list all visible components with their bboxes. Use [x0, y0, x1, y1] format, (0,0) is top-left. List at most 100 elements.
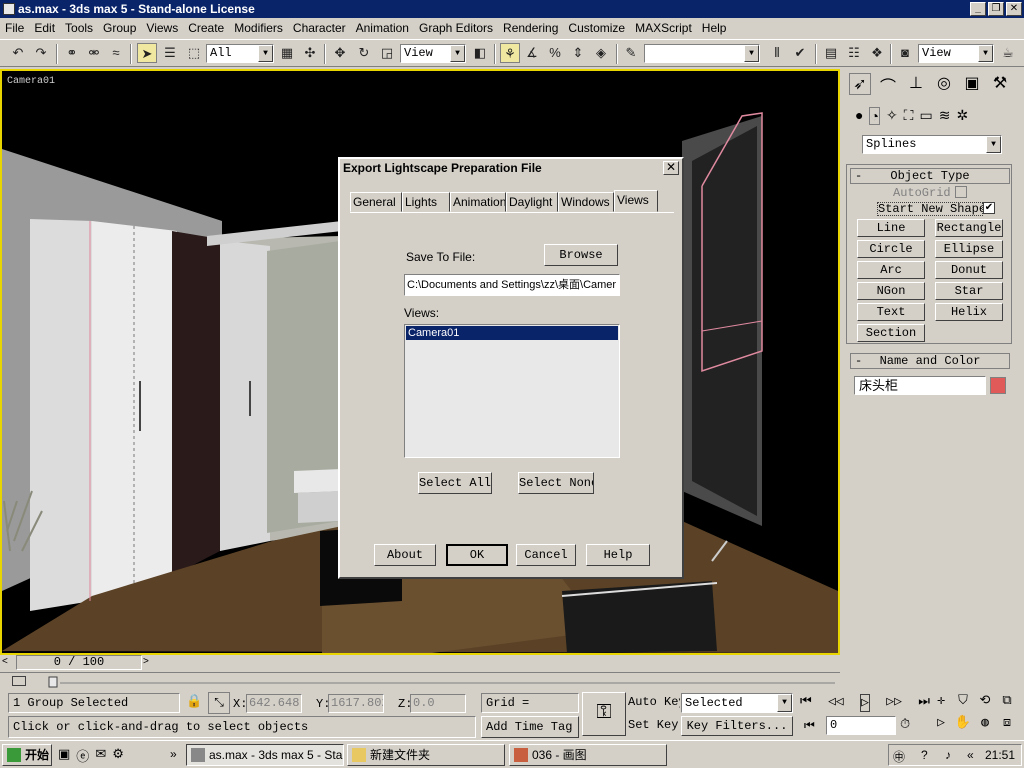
ime-icon[interactable]: ㊥: [893, 748, 905, 765]
quick-launch-more-icon[interactable]: »: [170, 747, 177, 761]
category-dropdown[interactable]: Splines ▼: [862, 135, 1002, 154]
modify-tab-icon[interactable]: ⌒: [877, 73, 899, 97]
percent-snap-icon[interactable]: %: [545, 43, 565, 63]
task-3dsmax[interactable]: as.max - 3ds max 5 - Sta...: [186, 744, 344, 766]
line-button[interactable]: Line: [857, 219, 925, 237]
display-tab-icon[interactable]: ▣: [961, 73, 983, 97]
help-tray-icon[interactable]: ?: [921, 748, 928, 762]
auto-key-button[interactable]: Auto Key: [628, 693, 680, 713]
text-button[interactable]: Text: [857, 303, 925, 321]
current-frame-field[interactable]: 0: [826, 716, 896, 735]
quick-launch-ie-icon[interactable]: ⓔ: [76, 746, 89, 765]
start-button[interactable]: 开始: [2, 744, 52, 766]
key-mode-dropdown[interactable]: Selected ▼: [681, 693, 793, 713]
schematic-view-icon[interactable]: ☷: [844, 43, 864, 63]
select-none-button[interactable]: Select None: [518, 472, 594, 494]
set-key-button[interactable]: Set Key: [628, 716, 680, 736]
unlink-icon[interactable]: ⚮: [84, 43, 104, 63]
snap-toggle-icon[interactable]: ⚘: [500, 43, 520, 63]
align-icon[interactable]: ✔: [790, 43, 810, 63]
select-by-name-icon[interactable]: ☰: [160, 43, 180, 63]
render-scene-icon[interactable]: ◙: [895, 43, 915, 63]
about-button[interactable]: About: [374, 544, 436, 566]
utilities-tab-icon[interactable]: ⚒: [989, 73, 1011, 97]
pivot-center-icon[interactable]: ◧: [470, 43, 490, 63]
select-all-button[interactable]: Select All: [418, 472, 492, 494]
minimize-button[interactable]: _: [970, 2, 986, 16]
named-selection-icon[interactable]: ◈: [591, 43, 611, 63]
name-and-color-rollout[interactable]: - Name and Color: [850, 353, 1010, 369]
menu-views[interactable]: Views: [141, 21, 183, 35]
reference-coordinate-dropdown[interactable]: View ▼: [400, 44, 466, 63]
min-max-toggle-icon[interactable]: ⧈: [996, 715, 1018, 737]
arc-button[interactable]: Arc: [857, 261, 925, 279]
menu-create[interactable]: Create: [183, 21, 229, 35]
next-frame-icon-2[interactable]: ▷▷: [886, 694, 902, 712]
move-icon[interactable]: ✥: [330, 43, 350, 63]
file-path-input[interactable]: C:\Documents and Settings\zz\桌面\Camer: [404, 274, 620, 296]
tab-animation[interactable]: Animation: [450, 192, 506, 212]
volume-icon[interactable]: ♪: [945, 748, 951, 762]
zoom-all-icon[interactable]: ⛉: [952, 693, 974, 715]
play-icon[interactable]: ▷: [860, 694, 870, 712]
time-config-icon[interactable]: ⏱: [900, 717, 911, 732]
select-link-icon[interactable]: ⚭: [62, 43, 82, 63]
create-tab-icon[interactable]: ➶: [849, 73, 871, 95]
menu-group[interactable]: Group: [98, 21, 141, 35]
selection-filter-dropdown[interactable]: All ▼: [206, 44, 274, 63]
menu-modifiers[interactable]: Modifiers: [229, 21, 288, 35]
named-selection-dropdown[interactable]: ▼: [644, 44, 760, 63]
tab-views[interactable]: Views: [614, 190, 658, 212]
mirror-icon[interactable]: ⫴: [767, 43, 787, 63]
task-paint[interactable]: 036 - 画图: [509, 744, 667, 766]
go-to-end-icon[interactable]: ⏭: [918, 694, 930, 712]
ellipse-button[interactable]: Ellipse: [935, 240, 1003, 258]
menu-file[interactable]: File: [0, 21, 29, 35]
redo-icon[interactable]: ↷: [31, 43, 51, 63]
helpers-icon[interactable]: ▭: [919, 107, 932, 125]
zoom-extents-icon[interactable]: ⟲: [974, 693, 996, 715]
frame-counter[interactable]: 0 / 100: [16, 655, 142, 670]
window-crossing-icon[interactable]: ▦: [277, 43, 297, 63]
menu-graph-editors[interactable]: Graph Editors: [414, 21, 498, 35]
task-new-folder[interactable]: 新建文件夹: [347, 744, 505, 766]
scale-icon[interactable]: ◲: [377, 43, 397, 63]
x-coordinate-field[interactable]: 642.648: [246, 694, 302, 713]
views-listbox[interactable]: Camera01: [404, 324, 620, 458]
quick-launch-max-icon[interactable]: ▣: [58, 746, 70, 765]
lock-selection-icon[interactable]: 🔒: [186, 694, 202, 712]
rotate-icon[interactable]: ↻: [354, 43, 374, 63]
time-slider[interactable]: < 0 / 100 >: [0, 655, 840, 671]
menu-character[interactable]: Character: [288, 21, 351, 35]
autogrid-checkbox[interactable]: [955, 186, 967, 198]
add-time-tag-button[interactable]: Add Time Tag: [481, 716, 579, 738]
y-coordinate-field[interactable]: 1617.802: [328, 694, 384, 713]
render-type-dropdown[interactable]: View ▼: [918, 44, 994, 63]
hierarchy-tab-icon[interactable]: ⊥: [905, 73, 927, 97]
geometry-icon[interactable]: ●: [855, 107, 863, 125]
zoom-extents-all-icon[interactable]: ⧉: [996, 693, 1018, 715]
quick-render-icon[interactable]: ☕: [998, 43, 1018, 63]
undo-icon[interactable]: ↶: [8, 43, 28, 63]
close-button[interactable]: ✕: [1006, 2, 1022, 16]
motion-tab-icon[interactable]: ◎: [933, 73, 955, 97]
menu-maxscript[interactable]: MAXScript: [630, 21, 697, 35]
tab-windows[interactable]: Windows: [558, 192, 614, 212]
z-coordinate-field[interactable]: 0.0: [410, 694, 466, 713]
menu-edit[interactable]: Edit: [29, 21, 60, 35]
maximize-button[interactable]: ❐: [988, 2, 1004, 16]
next-frame-icon[interactable]: >: [143, 655, 155, 669]
quick-launch-media-icon[interactable]: ⚙: [112, 746, 124, 765]
bind-space-warp-icon[interactable]: ≈: [106, 43, 126, 63]
snap-tool-icon[interactable]: ✣: [300, 43, 320, 63]
absolute-mode-icon[interactable]: ⤡: [208, 692, 230, 714]
spinner-snap-icon[interactable]: ⇕: [568, 43, 588, 63]
select-object-icon[interactable]: ➤: [137, 43, 157, 63]
track-bar[interactable]: [0, 672, 840, 690]
cancel-button[interactable]: Cancel: [516, 544, 576, 566]
menu-customize[interactable]: Customize: [563, 21, 630, 35]
tab-daylight[interactable]: Daylight: [506, 192, 558, 212]
dialog-close-button[interactable]: ✕: [663, 161, 679, 175]
object-color-swatch[interactable]: [990, 377, 1006, 394]
quick-launch-outlook-icon[interactable]: ✉: [95, 746, 106, 765]
